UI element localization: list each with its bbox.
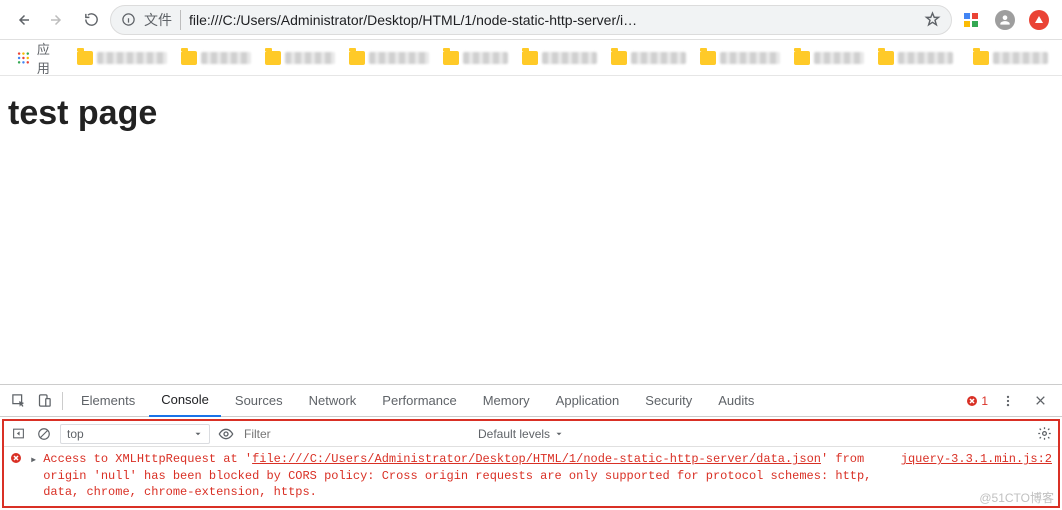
inspect-element-button[interactable] [6, 389, 30, 413]
bookmark-folder[interactable] [345, 49, 433, 67]
star-icon[interactable] [924, 11, 941, 28]
bookmark-folder[interactable] [73, 49, 171, 67]
address-bar[interactable]: 文件 file:///C:/Users/Administrator/Deskto… [110, 5, 952, 35]
close-icon [1034, 394, 1047, 407]
tab-audits[interactable]: Audits [706, 385, 766, 417]
console-filter[interactable] [242, 426, 472, 442]
url-text: file:///C:/Users/Administrator/Desktop/H… [189, 12, 916, 28]
tab-application[interactable]: Application [544, 385, 632, 417]
bookmark-folder[interactable] [177, 49, 255, 67]
clear-icon [37, 427, 51, 441]
arrow-left-icon [14, 11, 32, 29]
tab-performance[interactable]: Performance [370, 385, 468, 417]
extension-icon[interactable] [956, 5, 986, 35]
apps-button[interactable]: 应用 [10, 35, 67, 81]
log-level-select[interactable]: Default levels [478, 427, 564, 441]
devtools-panel: Elements Console Sources Network Perform… [0, 384, 1062, 510]
info-icon [121, 12, 136, 27]
levels-label: Default levels [478, 427, 550, 441]
console-highlight-box: top Default levels ▸ Access to XMLHttp [2, 419, 1060, 508]
page-heading: test page [8, 94, 1062, 133]
tab-security[interactable]: Security [633, 385, 704, 417]
url-scheme-label: 文件 [144, 10, 181, 30]
folder-icon [349, 51, 365, 65]
folder-icon [794, 51, 810, 65]
context-label: top [67, 427, 84, 441]
folder-icon [700, 51, 716, 65]
apps-label: 应用 [37, 39, 61, 77]
browser-toolbar: 文件 file:///C:/Users/Administrator/Deskto… [0, 0, 1062, 40]
device-icon [37, 393, 52, 408]
error-count-badge[interactable]: 1 [966, 394, 988, 408]
tab-console[interactable]: Console [149, 385, 221, 417]
error-url-link[interactable]: file:///C:/Users/Administrator/Desktop/H… [252, 452, 821, 466]
apps-grid-icon [16, 50, 31, 66]
bookmark-folder[interactable] [518, 49, 601, 67]
extension-logo-icon [962, 11, 980, 29]
tab-elements[interactable]: Elements [69, 385, 147, 417]
kebab-icon [1001, 394, 1015, 408]
folder-icon [443, 51, 459, 65]
watermark-text: @51CTO博客 [979, 489, 1054, 506]
forward-button[interactable] [42, 5, 72, 35]
eye-icon [218, 426, 234, 442]
browser-menu-button[interactable] [1024, 5, 1054, 35]
error-count: 1 [981, 394, 988, 408]
filter-input[interactable] [242, 426, 472, 442]
folder-icon [611, 51, 627, 65]
bookmark-folder[interactable] [969, 49, 1052, 67]
back-button[interactable] [8, 5, 38, 35]
inspect-icon [11, 393, 26, 408]
live-expression-button[interactable] [216, 424, 236, 444]
sidebar-icon [12, 427, 25, 440]
expand-caret-icon[interactable]: ▸ [30, 451, 37, 500]
tab-memory[interactable]: Memory [471, 385, 542, 417]
folder-icon [265, 51, 281, 65]
execution-context-select[interactable]: top [60, 424, 210, 444]
folder-icon [878, 51, 894, 65]
error-icon [10, 452, 22, 464]
bookmark-folder[interactable] [439, 49, 512, 67]
console-sidebar-toggle[interactable] [8, 424, 28, 444]
tab-network[interactable]: Network [297, 385, 369, 417]
devtools-tabbar: Elements Console Sources Network Perform… [0, 385, 1062, 417]
profile-button[interactable] [990, 5, 1020, 35]
bookmarks-bar: 应用 [0, 40, 1062, 76]
page-content: test page [0, 76, 1062, 384]
avatar-icon [995, 10, 1015, 30]
chevron-down-icon [193, 429, 203, 439]
devtools-close-button[interactable] [1028, 389, 1052, 413]
folder-icon [522, 51, 538, 65]
reload-icon [83, 11, 100, 28]
bookmark-folder[interactable] [790, 49, 868, 67]
console-toolbar: top Default levels [4, 421, 1058, 447]
bookmark-folder[interactable] [607, 49, 690, 67]
gear-icon [1037, 426, 1052, 441]
bookmark-folder[interactable] [696, 49, 784, 67]
device-toggle-button[interactable] [32, 389, 56, 413]
clear-console-button[interactable] [34, 424, 54, 444]
arrow-right-icon [48, 11, 66, 29]
console-error-message: ▸ Access to XMLHttpRequest at 'file:///C… [4, 447, 1058, 506]
chevron-down-icon [554, 429, 564, 439]
error-text: Access to XMLHttpRequest at 'file:///C:/… [43, 451, 879, 500]
reload-button[interactable] [76, 5, 106, 35]
bookmark-folder[interactable] [874, 49, 957, 67]
bookmark-folder[interactable] [261, 49, 339, 67]
devtools-menu-button[interactable] [996, 389, 1020, 413]
error-icon [966, 395, 978, 407]
folder-icon [77, 51, 93, 65]
folder-icon [181, 51, 197, 65]
folder-icon [973, 51, 989, 65]
alert-badge-icon [1029, 10, 1049, 30]
console-settings-button[interactable] [1034, 424, 1054, 444]
tab-sources[interactable]: Sources [223, 385, 295, 417]
